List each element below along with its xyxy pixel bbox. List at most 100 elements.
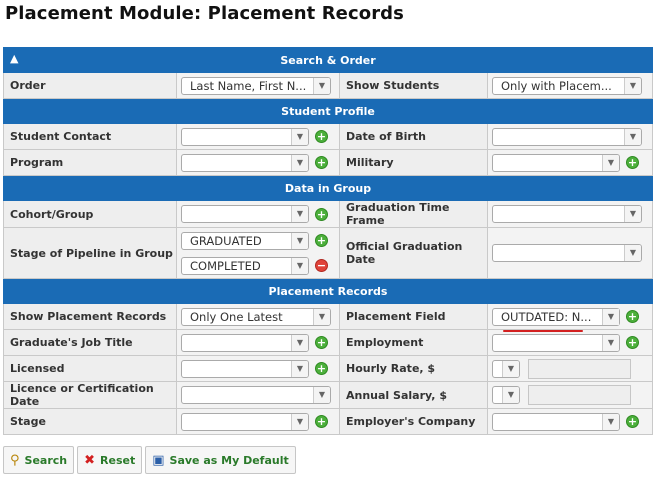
show-placement-records-label: Show Placement Records bbox=[3, 303, 177, 330]
date-of-birth-label: Date of Birth bbox=[339, 123, 488, 150]
employment-select[interactable]: ▼ bbox=[492, 333, 620, 352]
stage-select[interactable]: ▼ bbox=[181, 412, 309, 431]
reset-button-label: Reset bbox=[100, 453, 136, 467]
dropdown-arrow-icon: ▼ bbox=[602, 413, 619, 430]
stage-pipeline-select-2[interactable]: COMPLETED ▼ bbox=[181, 256, 309, 275]
dropdown-arrow-icon: ▼ bbox=[291, 257, 308, 274]
annual-salary-input[interactable] bbox=[528, 385, 631, 405]
dropdown-arrow-icon: ▼ bbox=[291, 206, 308, 222]
hourly-rate-label: Hourly Rate, $ bbox=[339, 355, 488, 382]
licensed-select[interactable]: ▼ bbox=[181, 359, 309, 378]
section-title: Search & Order bbox=[280, 53, 376, 67]
annual-salary-label: Annual Salary, $ bbox=[339, 381, 488, 409]
program-label: Program bbox=[3, 149, 177, 176]
add-icon[interactable]: + bbox=[626, 415, 639, 428]
employers-company-label: Employer's Company bbox=[339, 408, 488, 435]
section-student-profile: Student Profile bbox=[3, 98, 653, 124]
dropdown-arrow-icon: ▼ bbox=[291, 232, 308, 249]
dropdown-arrow-icon: ▼ bbox=[624, 77, 641, 94]
add-icon[interactable]: + bbox=[626, 156, 639, 169]
show-students-label: Show Students bbox=[339, 72, 488, 99]
add-icon[interactable]: + bbox=[315, 207, 328, 221]
filter-grid: ▲ Search & Order Order Last Name, First … bbox=[3, 47, 653, 435]
job-title-select[interactable]: ▼ bbox=[181, 333, 309, 352]
licence-date-select[interactable]: ▼ bbox=[181, 386, 331, 404]
show-students-select[interactable]: Only with Placem... ▼ bbox=[492, 76, 642, 95]
dropdown-arrow-icon: ▼ bbox=[291, 154, 308, 171]
program-select[interactable]: ▼ bbox=[181, 153, 309, 172]
add-icon[interactable]: + bbox=[626, 336, 639, 349]
placement-field-select[interactable]: OUTDATED: N... ▼ bbox=[492, 307, 620, 332]
search-icon: ⚲ bbox=[10, 452, 20, 468]
page-title: Placement Module: Placement Records bbox=[5, 3, 404, 24]
dropdown-arrow-icon: ▼ bbox=[602, 308, 619, 325]
graduates-job-title-label: Graduate's Job Title bbox=[3, 329, 177, 356]
section-data-in-group: Data in Group bbox=[3, 175, 653, 201]
placement-field-label: Placement Field bbox=[339, 303, 488, 330]
dropdown-arrow-icon: ▼ bbox=[502, 387, 519, 403]
student-contact-label: Student Contact bbox=[3, 123, 177, 150]
dropdown-arrow-icon: ▼ bbox=[502, 360, 519, 377]
order-label: Order bbox=[3, 72, 177, 99]
dropdown-arrow-icon: ▼ bbox=[624, 206, 641, 222]
licensed-label: Licensed bbox=[3, 355, 177, 382]
row-cohort: Cohort/Group ▼ + Graduation Time Frame ▼ bbox=[3, 200, 653, 228]
dropdown-arrow-icon: ▼ bbox=[602, 154, 619, 171]
dropdown-arrow-icon: ▼ bbox=[313, 387, 330, 403]
save-icon: ▣ bbox=[152, 452, 165, 468]
graduation-time-frame-select[interactable]: ▼ bbox=[492, 205, 642, 223]
annual-salary-operator-select[interactable]: ▼ bbox=[492, 386, 520, 404]
date-of-birth-select[interactable]: ▼ bbox=[492, 127, 642, 146]
row-student-contact: Student Contact ▼ + Date of Birth ▼ bbox=[3, 123, 653, 150]
official-graduation-date-select[interactable]: ▼ bbox=[492, 244, 642, 262]
military-label: Military bbox=[339, 149, 488, 176]
dropdown-arrow-icon: ▼ bbox=[313, 308, 330, 325]
row-show-placement: Show Placement Records Only One Latest ▼ … bbox=[3, 303, 653, 332]
row-order: Order Last Name, First N... ▼ Show Studen… bbox=[3, 72, 653, 99]
licence-date-label: Licence or Certification Date bbox=[3, 381, 177, 409]
dropdown-arrow-icon: ▼ bbox=[624, 128, 641, 145]
add-icon[interactable]: + bbox=[315, 130, 328, 143]
order-select[interactable]: Last Name, First N... ▼ bbox=[181, 76, 331, 95]
search-button[interactable]: ⚲ Search bbox=[3, 446, 75, 474]
add-icon[interactable]: + bbox=[315, 336, 328, 349]
dropdown-arrow-icon: ▼ bbox=[291, 334, 308, 351]
stage-of-pipeline-label: Stage of Pipeline in Group bbox=[3, 227, 177, 279]
row-program: Program ▼ + Military ▼ + bbox=[3, 149, 653, 176]
row-stage: Stage ▼ + Employer's Company ▼ + bbox=[3, 408, 653, 435]
remove-icon[interactable]: − bbox=[315, 259, 328, 272]
add-icon[interactable]: + bbox=[315, 415, 328, 428]
add-icon[interactable]: + bbox=[315, 362, 328, 375]
reset-button[interactable]: ✖ Reset bbox=[77, 446, 143, 474]
chevron-up-icon[interactable]: ▲ bbox=[10, 52, 18, 65]
dropdown-arrow-icon: ▼ bbox=[291, 413, 308, 430]
stage-pipeline-select-1[interactable]: GRADUATED ▼ bbox=[181, 231, 309, 250]
section-placement-records: Placement Records bbox=[3, 278, 653, 304]
military-select[interactable]: ▼ bbox=[492, 153, 620, 172]
row-licence-date: Licence or Certification Date ▼ Annual S… bbox=[3, 381, 653, 409]
add-icon[interactable]: + bbox=[315, 234, 328, 247]
section-search-order: ▲ Search & Order bbox=[3, 47, 653, 73]
graduation-time-frame-label: Graduation Time Frame bbox=[339, 200, 488, 228]
save-default-button-label: Save as My Default bbox=[169, 453, 289, 467]
save-default-button[interactable]: ▣ Save as My Default bbox=[145, 446, 296, 474]
student-contact-select[interactable]: ▼ bbox=[181, 127, 309, 146]
show-placement-records-select[interactable]: Only One Latest ▼ bbox=[181, 307, 331, 326]
hourly-rate-input[interactable] bbox=[528, 358, 631, 379]
cohort-group-select[interactable]: ▼ bbox=[181, 205, 309, 223]
add-icon[interactable]: + bbox=[626, 310, 639, 323]
official-graduation-date-label: Official Graduation Date bbox=[339, 227, 488, 279]
add-icon[interactable]: + bbox=[315, 156, 328, 169]
employment-label: Employment bbox=[339, 329, 488, 356]
search-button-label: Search bbox=[24, 453, 68, 467]
dropdown-arrow-icon: ▼ bbox=[313, 77, 330, 94]
dropdown-arrow-icon: ▼ bbox=[291, 128, 308, 145]
hourly-rate-operator-select[interactable]: ▼ bbox=[492, 359, 520, 378]
reset-icon: ✖ bbox=[84, 452, 96, 468]
action-bar: ⚲ Search ✖ Reset ▣ Save as My Default bbox=[3, 446, 296, 474]
dropdown-arrow-icon: ▼ bbox=[291, 360, 308, 377]
row-job-title: Graduate's Job Title ▼ + Employment ▼ + bbox=[3, 329, 653, 356]
dropdown-arrow-icon: ▼ bbox=[624, 245, 641, 261]
employers-company-select[interactable]: ▼ bbox=[492, 412, 620, 431]
cohort-group-label: Cohort/Group bbox=[3, 200, 177, 228]
